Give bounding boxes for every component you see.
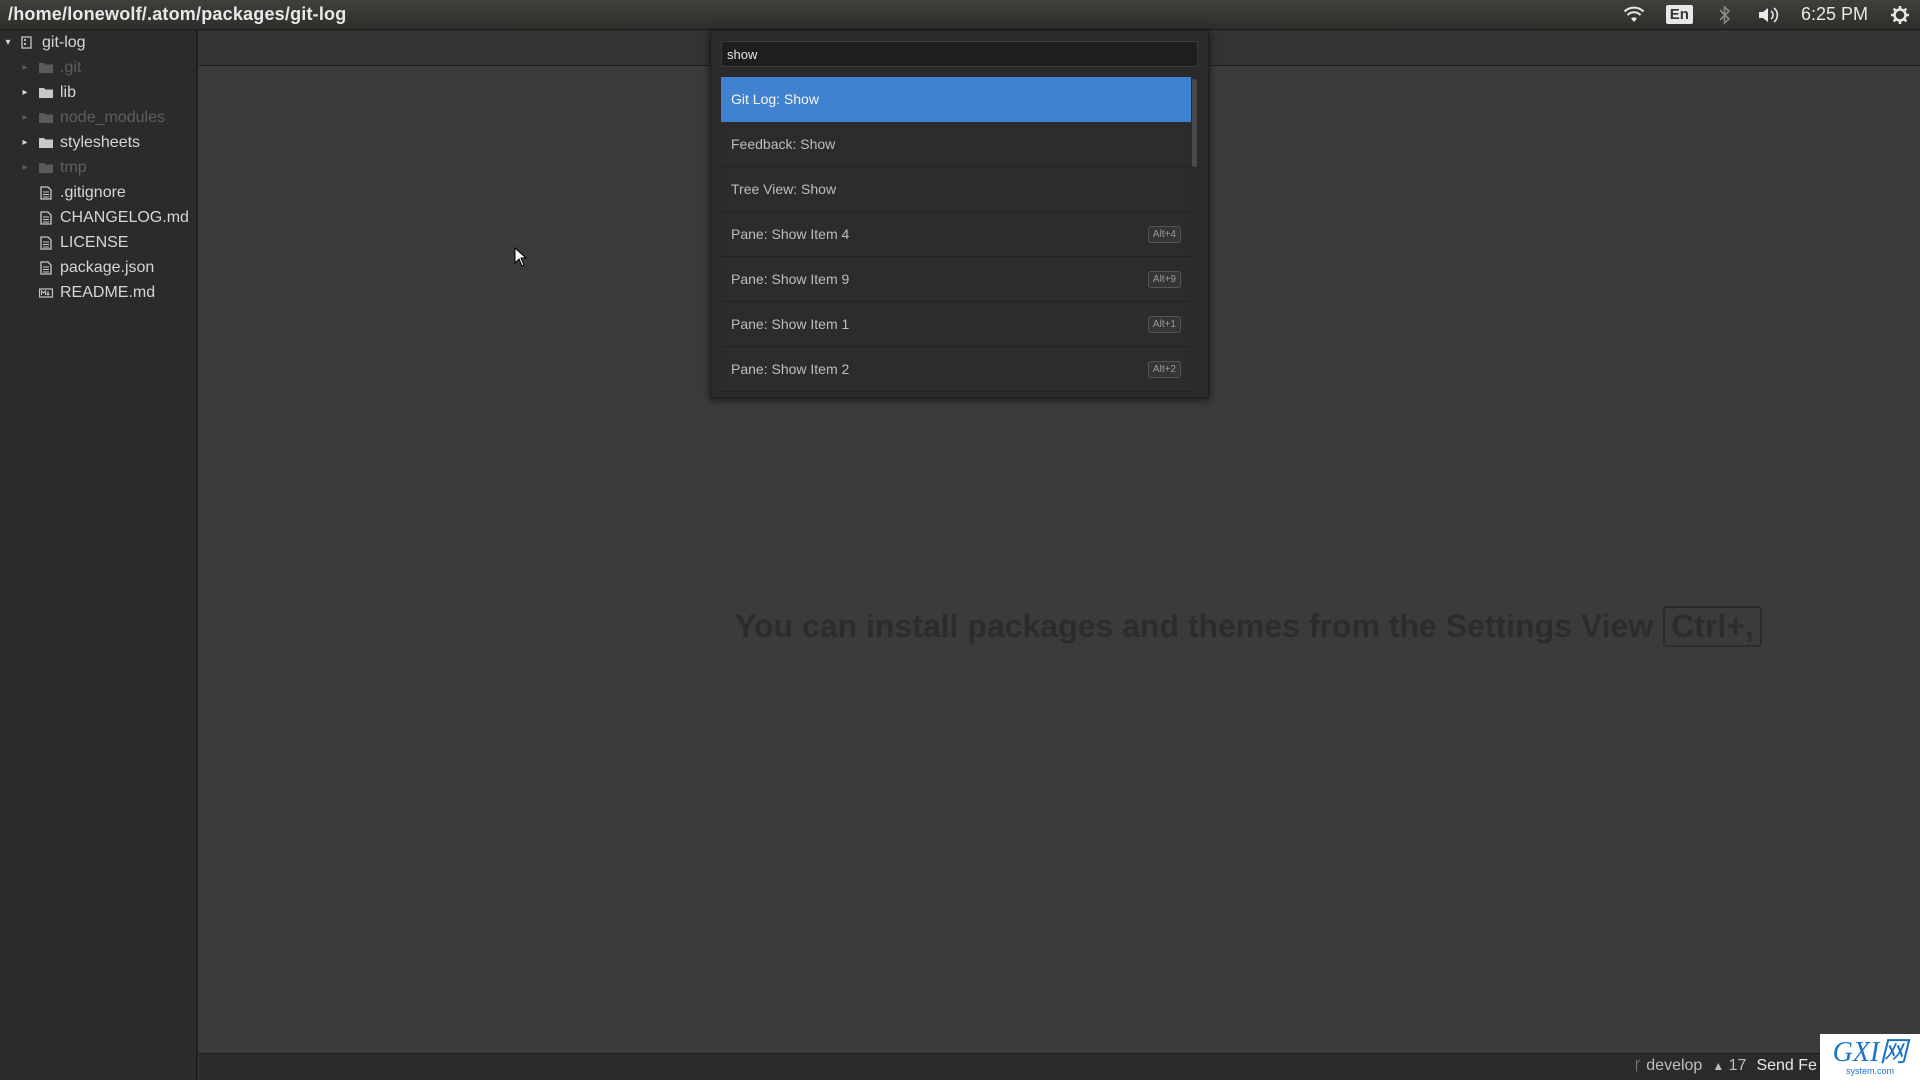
clock[interactable]: 6:25 PM	[1801, 4, 1868, 25]
gear-icon[interactable]	[1888, 3, 1912, 27]
command-keybinding: Alt+9	[1147, 270, 1181, 288]
file-icon	[40, 210, 52, 225]
command-item[interactable]: Pane: Show Item 9 Alt+9	[721, 257, 1191, 302]
hint-text: You can install packages and themes from…	[735, 608, 1654, 644]
command-label: Pane: Show Item 9	[731, 271, 850, 287]
bluetooth-icon[interactable]	[1713, 3, 1737, 27]
command-label: Pane: Show Item 1	[731, 316, 850, 332]
command-item[interactable]: Feedback: Show	[721, 122, 1191, 167]
tree-file[interactable]: CHANGELOG.md	[0, 205, 196, 230]
volume-icon[interactable]	[1757, 3, 1781, 27]
tree-item-label: .git	[60, 58, 82, 76]
system-tray: En 6:25 PM	[1622, 3, 1912, 27]
command-label: Git Log: Show	[731, 91, 819, 107]
tree-file[interactable]: .gitignore	[0, 180, 196, 205]
chevron-right-icon[interactable]: ▸	[19, 162, 31, 173]
tree-item-label: README.md	[60, 283, 156, 301]
welcome-hint: You can install packages and themes from…	[735, 606, 1762, 647]
scrollbar-thumb[interactable]	[1192, 79, 1197, 167]
tree-folder[interactable]: ▸ node_modules	[0, 105, 196, 130]
command-keybinding: Alt+2	[1147, 360, 1181, 378]
command-label: Feedback: Show	[731, 136, 836, 152]
chevron-right-icon[interactable]: ▸	[19, 87, 31, 98]
file-icon	[40, 185, 52, 200]
command-item[interactable]: Git Log: Show	[721, 77, 1191, 122]
tree-item-label: CHANGELOG.md	[60, 208, 189, 226]
watermark-text: GXI网	[1832, 1036, 1908, 1068]
command-item[interactable]: Pane: Show Item 1 Alt+1	[721, 302, 1191, 347]
commits-ahead[interactable]: ▲ 17	[1712, 1057, 1746, 1075]
markdown-icon	[39, 287, 53, 298]
watermark-logo: GXI网 system.com	[1820, 1034, 1920, 1080]
tree-root[interactable]: ▾ git-log	[0, 30, 196, 55]
watermark-subtext: system.com	[1845, 1065, 1894, 1076]
tree-folder[interactable]: ▸ lib	[0, 80, 196, 105]
chevron-right-icon[interactable]: ▸	[19, 112, 31, 123]
file-icon	[40, 235, 52, 250]
command-label: Pane: Show Item 2	[731, 361, 850, 377]
folder-icon	[39, 112, 53, 123]
repo-icon	[21, 35, 32, 49]
window-title: /home/lonewolf/.atom/packages/git-log	[8, 4, 347, 24]
tree-folder[interactable]: ▸ .git	[0, 55, 196, 80]
command-item[interactable]: Pane: Show Item 4 Alt+4	[721, 212, 1191, 257]
send-feedback-link[interactable]: Send Fe	[1756, 1057, 1816, 1075]
folder-icon	[39, 62, 53, 73]
folder-icon	[39, 87, 53, 98]
command-palette-input[interactable]	[721, 41, 1198, 67]
system-top-bar: /home/lonewolf/.atom/packages/git-log En…	[0, 0, 1920, 30]
git-branch[interactable]: ᚴ develop	[1634, 1057, 1702, 1075]
tree-item-label: node_modules	[60, 108, 165, 126]
tree-item-label: LICENSE	[60, 233, 129, 251]
file-icon	[40, 260, 52, 275]
chevron-right-icon[interactable]: ▸	[19, 137, 31, 148]
arrow-up-icon: ▲	[1712, 1059, 1725, 1073]
tree-folder[interactable]: ▸ tmp	[0, 155, 196, 180]
mouse-pointer-icon	[514, 247, 528, 267]
tree-root-label: git-log	[42, 33, 86, 51]
tree-item-label: tmp	[60, 158, 87, 176]
tree-item-label: .gitignore	[60, 183, 126, 201]
command-list-scrollbar[interactable]	[1191, 77, 1198, 395]
wifi-icon[interactable]	[1622, 3, 1646, 27]
command-label: Tree View: Show	[731, 181, 837, 197]
command-keybinding: Alt+1	[1147, 315, 1181, 333]
tree-file[interactable]: README.md	[0, 280, 196, 305]
chevron-down-icon[interactable]: ▾	[2, 37, 14, 48]
status-bar: ᚴ develop ▲ 17 Send Fe	[199, 1053, 1920, 1080]
command-item[interactable]: Tree View: Show	[721, 167, 1191, 212]
tree-item-label: package.json	[60, 258, 155, 276]
command-label: Pane: Show Item 4	[731, 226, 850, 242]
keyboard-language-indicator[interactable]: En	[1665, 5, 1693, 24]
command-keybinding: Alt+4	[1147, 225, 1181, 243]
tree-file[interactable]: package.json	[0, 255, 196, 280]
command-palette: Git Log: Show Feedback: Show Tree View: Sh…	[710, 30, 1209, 398]
chevron-right-icon[interactable]: ▸	[19, 62, 31, 73]
command-item[interactable]: Pane: Show Item 2 Alt+2	[721, 347, 1191, 392]
folder-icon	[39, 137, 53, 148]
tree-item-label: lib	[60, 83, 77, 101]
commits-ahead-count: 17	[1728, 1057, 1747, 1074]
hint-keybinding: Ctrl+,	[1663, 606, 1762, 647]
branch-name: develop	[1646, 1057, 1703, 1074]
folder-icon	[39, 162, 53, 173]
tree-view: ▾ git-log ▸ .git ▸ lib ▸ node_modules ▸ stylesh…	[0, 30, 198, 1080]
branch-icon: ᚴ	[1634, 1058, 1642, 1073]
tree-item-label: stylesheets	[60, 133, 141, 151]
command-list: Git Log: Show Feedback: Show Tree View: Sh…	[721, 77, 1191, 395]
tree-folder[interactable]: ▸ stylesheets	[0, 130, 196, 155]
tree-file[interactable]: LICENSE	[0, 230, 196, 255]
